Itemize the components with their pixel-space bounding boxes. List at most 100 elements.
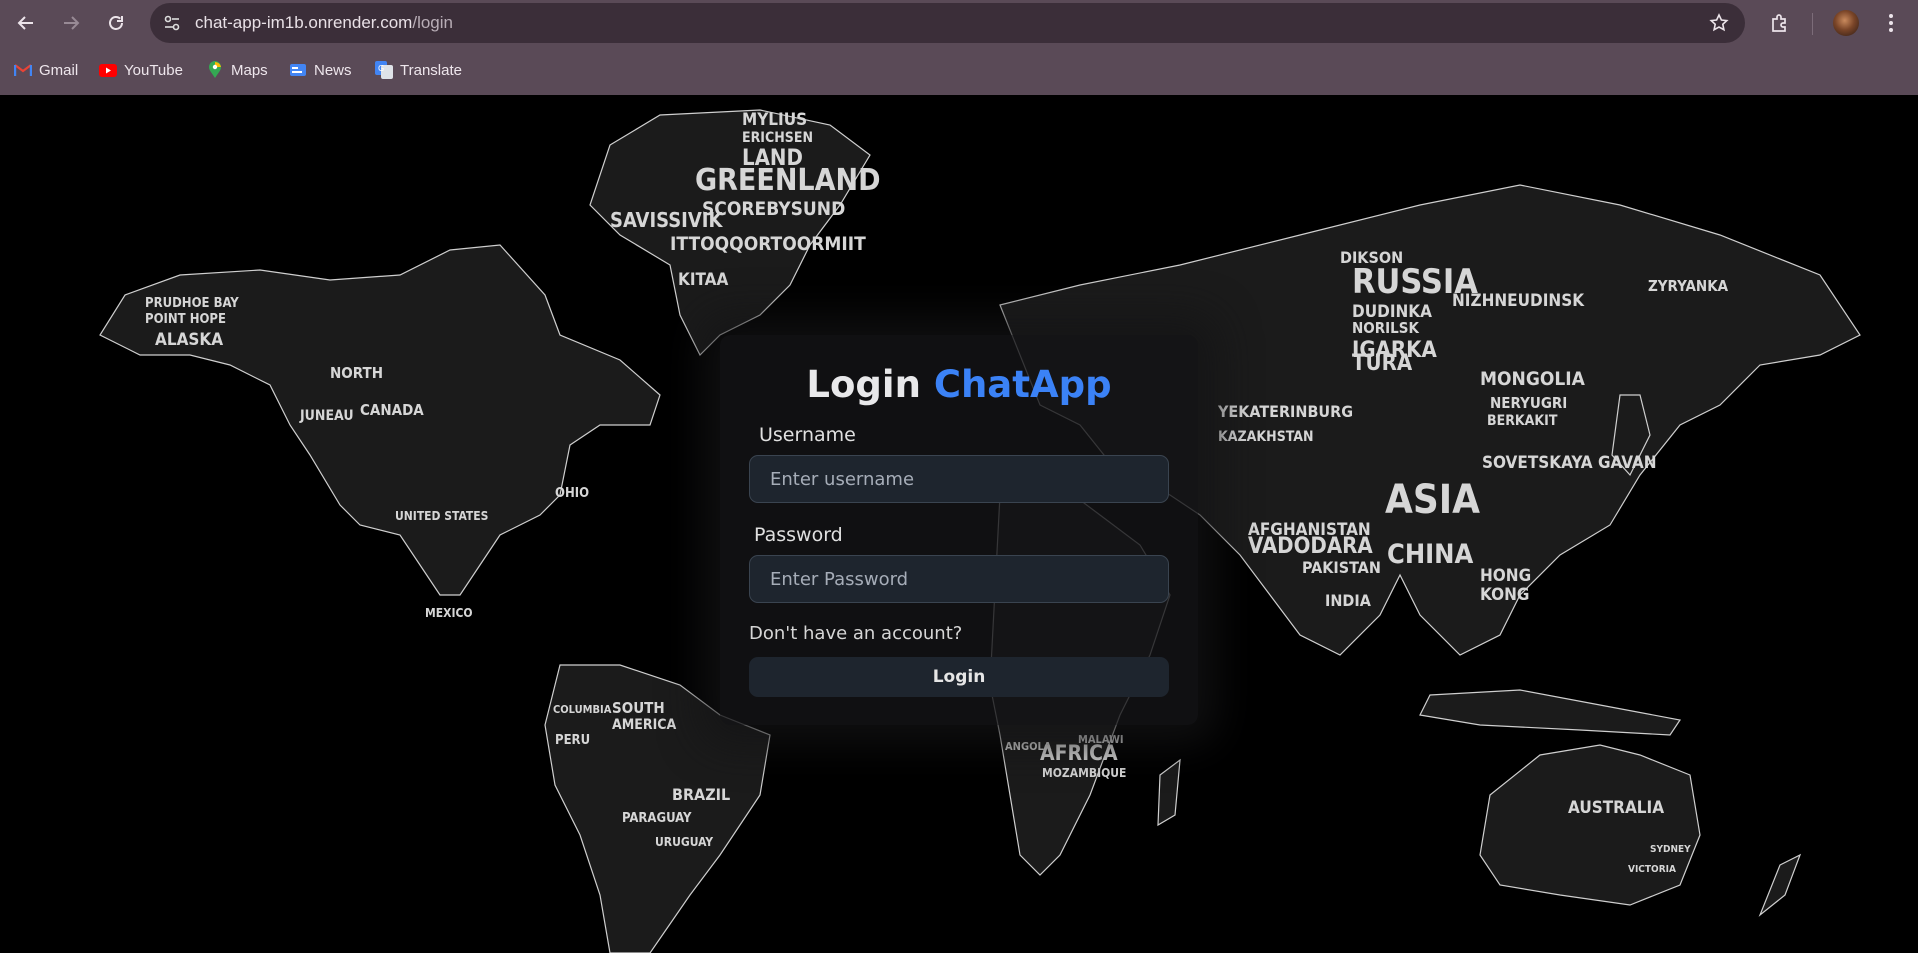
map-label: KONG bbox=[1480, 585, 1529, 605]
map-label: ZYRYANKA bbox=[1648, 277, 1729, 295]
map-label: PRUDHOE BAY bbox=[145, 296, 239, 311]
map-label: BERKAKIT bbox=[1487, 413, 1558, 429]
map-label: POINT HOPE bbox=[145, 312, 226, 327]
username-placeholder: Enter username bbox=[770, 469, 915, 490]
extensions-button[interactable] bbox=[1764, 7, 1796, 39]
browser-chrome: chat-app-im1b.onrender.com/login Gmail Y… bbox=[0, 0, 1918, 95]
map-label: NORILSK bbox=[1352, 319, 1419, 337]
map-label: BRAZIL bbox=[672, 785, 730, 804]
back-arrow-icon bbox=[17, 16, 33, 30]
map-label: COLUMBIA bbox=[553, 703, 612, 716]
menu-button[interactable] bbox=[1875, 7, 1907, 39]
map-label: KITAA bbox=[678, 270, 728, 290]
map-label: MEXICO bbox=[425, 606, 473, 620]
map-label: CANADA bbox=[360, 401, 424, 419]
map-label: ERICHSEN bbox=[742, 130, 813, 146]
password-label: Password bbox=[754, 524, 843, 546]
map-label: PARAGUAY bbox=[622, 811, 692, 826]
map-label: UNITED STATES bbox=[395, 509, 488, 523]
maps-icon bbox=[206, 61, 224, 79]
map-label: SYDNEY bbox=[1650, 844, 1691, 855]
map-label: PAKISTAN bbox=[1302, 558, 1381, 577]
bookmark-label: News bbox=[314, 61, 352, 79]
map-label: YEKATERINBURG bbox=[1217, 402, 1353, 421]
map-label: CHINA bbox=[1387, 539, 1474, 570]
map-label: MALAWI bbox=[1078, 733, 1124, 746]
map-label: VICTORIA bbox=[1628, 864, 1676, 875]
forward-arrow-icon bbox=[64, 16, 80, 30]
page-viewport: GREENLAND MYLIUS ERICHSEN LAND SCOREBYSU… bbox=[0, 95, 1918, 953]
youtube-icon bbox=[99, 61, 117, 79]
bookmark-label: Translate bbox=[400, 61, 462, 79]
bookmark-news[interactable]: News bbox=[289, 56, 352, 84]
login-card: Login ChatApp Username Enter username Pa… bbox=[720, 335, 1198, 725]
title-prefix: Login bbox=[806, 363, 921, 406]
madagascar-shape bbox=[1157, 758, 1181, 827]
bookmark-label: Maps bbox=[231, 61, 268, 79]
password-placeholder: Enter Password bbox=[770, 569, 909, 590]
translate-icon: G bbox=[375, 61, 393, 79]
browser-toolbar: chat-app-im1b.onrender.com/login bbox=[0, 0, 1918, 46]
brand-name: ChatApp bbox=[933, 363, 1112, 406]
map-label: MOZAMBIQUE bbox=[1042, 766, 1126, 780]
back-button[interactable] bbox=[10, 7, 42, 39]
profile-avatar[interactable] bbox=[1833, 10, 1859, 36]
toolbar-divider bbox=[1812, 13, 1813, 35]
bookmark-gmail[interactable]: Gmail bbox=[14, 56, 78, 84]
map-label: SOUTH bbox=[612, 699, 665, 717]
map-label: KAZAKHSTAN bbox=[1218, 429, 1314, 445]
map-label: AUSTRALIA bbox=[1568, 798, 1664, 818]
url-path: /login bbox=[412, 13, 453, 32]
map-label: ASIA bbox=[1385, 477, 1480, 523]
map-label: INDIA bbox=[1325, 591, 1372, 610]
url-text[interactable]: chat-app-im1b.onrender.com/login bbox=[195, 13, 453, 33]
bookmark-star-icon[interactable] bbox=[1707, 11, 1731, 35]
kebab-menu-icon bbox=[1889, 14, 1893, 32]
indonesia-shape bbox=[1419, 689, 1682, 736]
map-label: SAVISSIVIK bbox=[610, 208, 723, 232]
forward-button[interactable] bbox=[55, 7, 87, 39]
map-label: MONGOLIA bbox=[1480, 368, 1586, 390]
map-label: DIKSON bbox=[1340, 248, 1403, 267]
map-label: SCOREBYSUND bbox=[702, 198, 845, 220]
reload-icon bbox=[109, 16, 123, 30]
svg-text:G: G bbox=[378, 64, 384, 73]
new-zealand-shape bbox=[1758, 853, 1802, 917]
map-label: URUGUAY bbox=[655, 835, 713, 849]
login-button[interactable]: Login bbox=[749, 657, 1169, 697]
map-label: MYLIUS bbox=[742, 110, 807, 130]
bookmark-translate[interactable]: G Translate bbox=[375, 56, 462, 84]
map-label: ANGOLA bbox=[1005, 740, 1052, 753]
login-title: Login ChatApp bbox=[720, 363, 1198, 406]
map-label: NIZHNEUDINSK bbox=[1452, 291, 1585, 311]
map-label: OHIO bbox=[555, 486, 589, 501]
map-label: NORTH bbox=[330, 364, 383, 382]
map-label: VADODARA bbox=[1248, 534, 1373, 559]
map-label: AMERICA bbox=[612, 717, 677, 733]
australia-shape bbox=[1479, 744, 1701, 906]
bookmark-maps[interactable]: Maps bbox=[206, 56, 268, 84]
map-label: JUNEAU bbox=[299, 408, 354, 424]
map-label: ITTOQQORTOORMIIT bbox=[670, 233, 866, 255]
bookmark-label: YouTube bbox=[124, 61, 183, 79]
site-info-icon[interactable] bbox=[160, 11, 184, 35]
map-label: LAND bbox=[742, 146, 803, 171]
map-label: TURA bbox=[1352, 351, 1413, 376]
bookmark-youtube[interactable]: YouTube bbox=[99, 56, 183, 84]
gmail-icon bbox=[14, 61, 32, 79]
puzzle-icon bbox=[1772, 14, 1786, 32]
map-label: NERYUGRI bbox=[1490, 394, 1567, 412]
signup-link[interactable]: Don't have an account? bbox=[749, 623, 962, 644]
url-host: chat-app-im1b.onrender.com bbox=[195, 13, 413, 32]
username-input[interactable]: Enter username bbox=[749, 455, 1169, 503]
reload-button[interactable] bbox=[100, 7, 132, 39]
username-label: Username bbox=[759, 424, 856, 446]
address-bar[interactable]: chat-app-im1b.onrender.com/login bbox=[150, 3, 1745, 43]
map-label: ALASKA bbox=[155, 330, 223, 350]
map-label: HONG bbox=[1480, 566, 1531, 586]
news-icon bbox=[289, 61, 307, 79]
password-input[interactable]: Enter Password bbox=[749, 555, 1169, 603]
map-label: PERU bbox=[555, 733, 590, 748]
bookmarks-bar: Gmail YouTube Maps News G Translate bbox=[0, 56, 1918, 84]
map-label: SOVETSKAYA GAVAN bbox=[1482, 453, 1657, 473]
